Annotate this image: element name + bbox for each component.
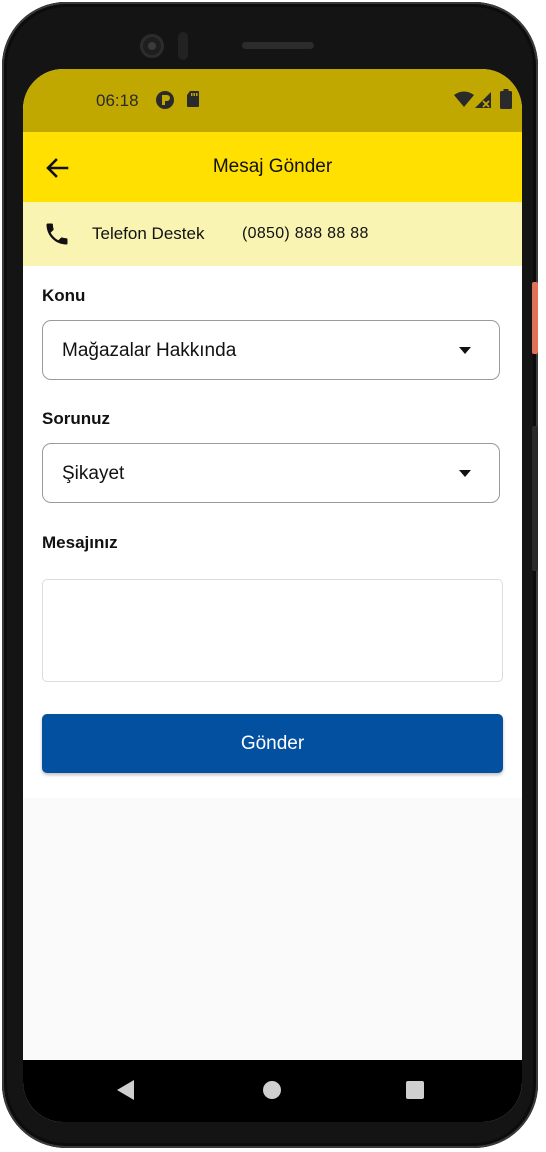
submit-button[interactable]: Gönder [42,714,503,773]
sd-card-icon [187,91,199,107]
nav-recents-icon[interactable] [406,1081,424,1099]
page-title: Mesaj Gönder [212,156,333,177]
chevron-down-icon [459,347,471,354]
front-camera [140,34,164,58]
nav-home-icon[interactable] [263,1081,281,1099]
message-label: Mesajınız [42,533,118,552]
support-label: Telefon Destek [92,224,205,243]
system-nav-bar [23,1060,522,1122]
volume-button [532,426,538,571]
phone-icon [46,223,68,245]
power-button [532,282,538,354]
status-bar: 06:18 [23,69,522,132]
nav-back-icon[interactable] [117,1080,134,1100]
support-phone-number[interactable]: (0850) 888 88 88 [242,225,369,243]
topic-select-value: Mağazalar Hakkında [62,340,237,361]
phone-support-bar[interactable]: Telefon Destek (0850) 888 88 88 [23,202,522,266]
wifi-icon [454,91,474,107]
issue-select-value: Şikayet [62,463,125,484]
topic-label: Konu [42,286,86,305]
issue-label: Sorunuz [42,409,110,428]
battery-icon [500,89,512,109]
app-bar: Mesaj Gönder [23,132,522,202]
message-form: Konu Mağazalar Hakkında Sorunuz Şikayet … [23,266,522,798]
topic-select[interactable]: Mağazalar Hakkında [42,320,500,380]
app-notification-icon [156,91,174,109]
issue-select[interactable]: Şikayet [42,443,500,503]
phone-frame: 06:18 Mesaj Gönder Telefon Destek (0850)… [2,2,538,1148]
message-textarea[interactable] [42,579,503,682]
screen: 06:18 Mesaj Gönder Telefon Destek (0850)… [23,69,522,1122]
status-time: 06:18 [96,91,139,110]
chevron-down-icon [459,470,471,477]
proximity-sensor [178,32,188,60]
no-signal-icon [475,92,491,108]
earpiece-speaker [242,42,314,49]
